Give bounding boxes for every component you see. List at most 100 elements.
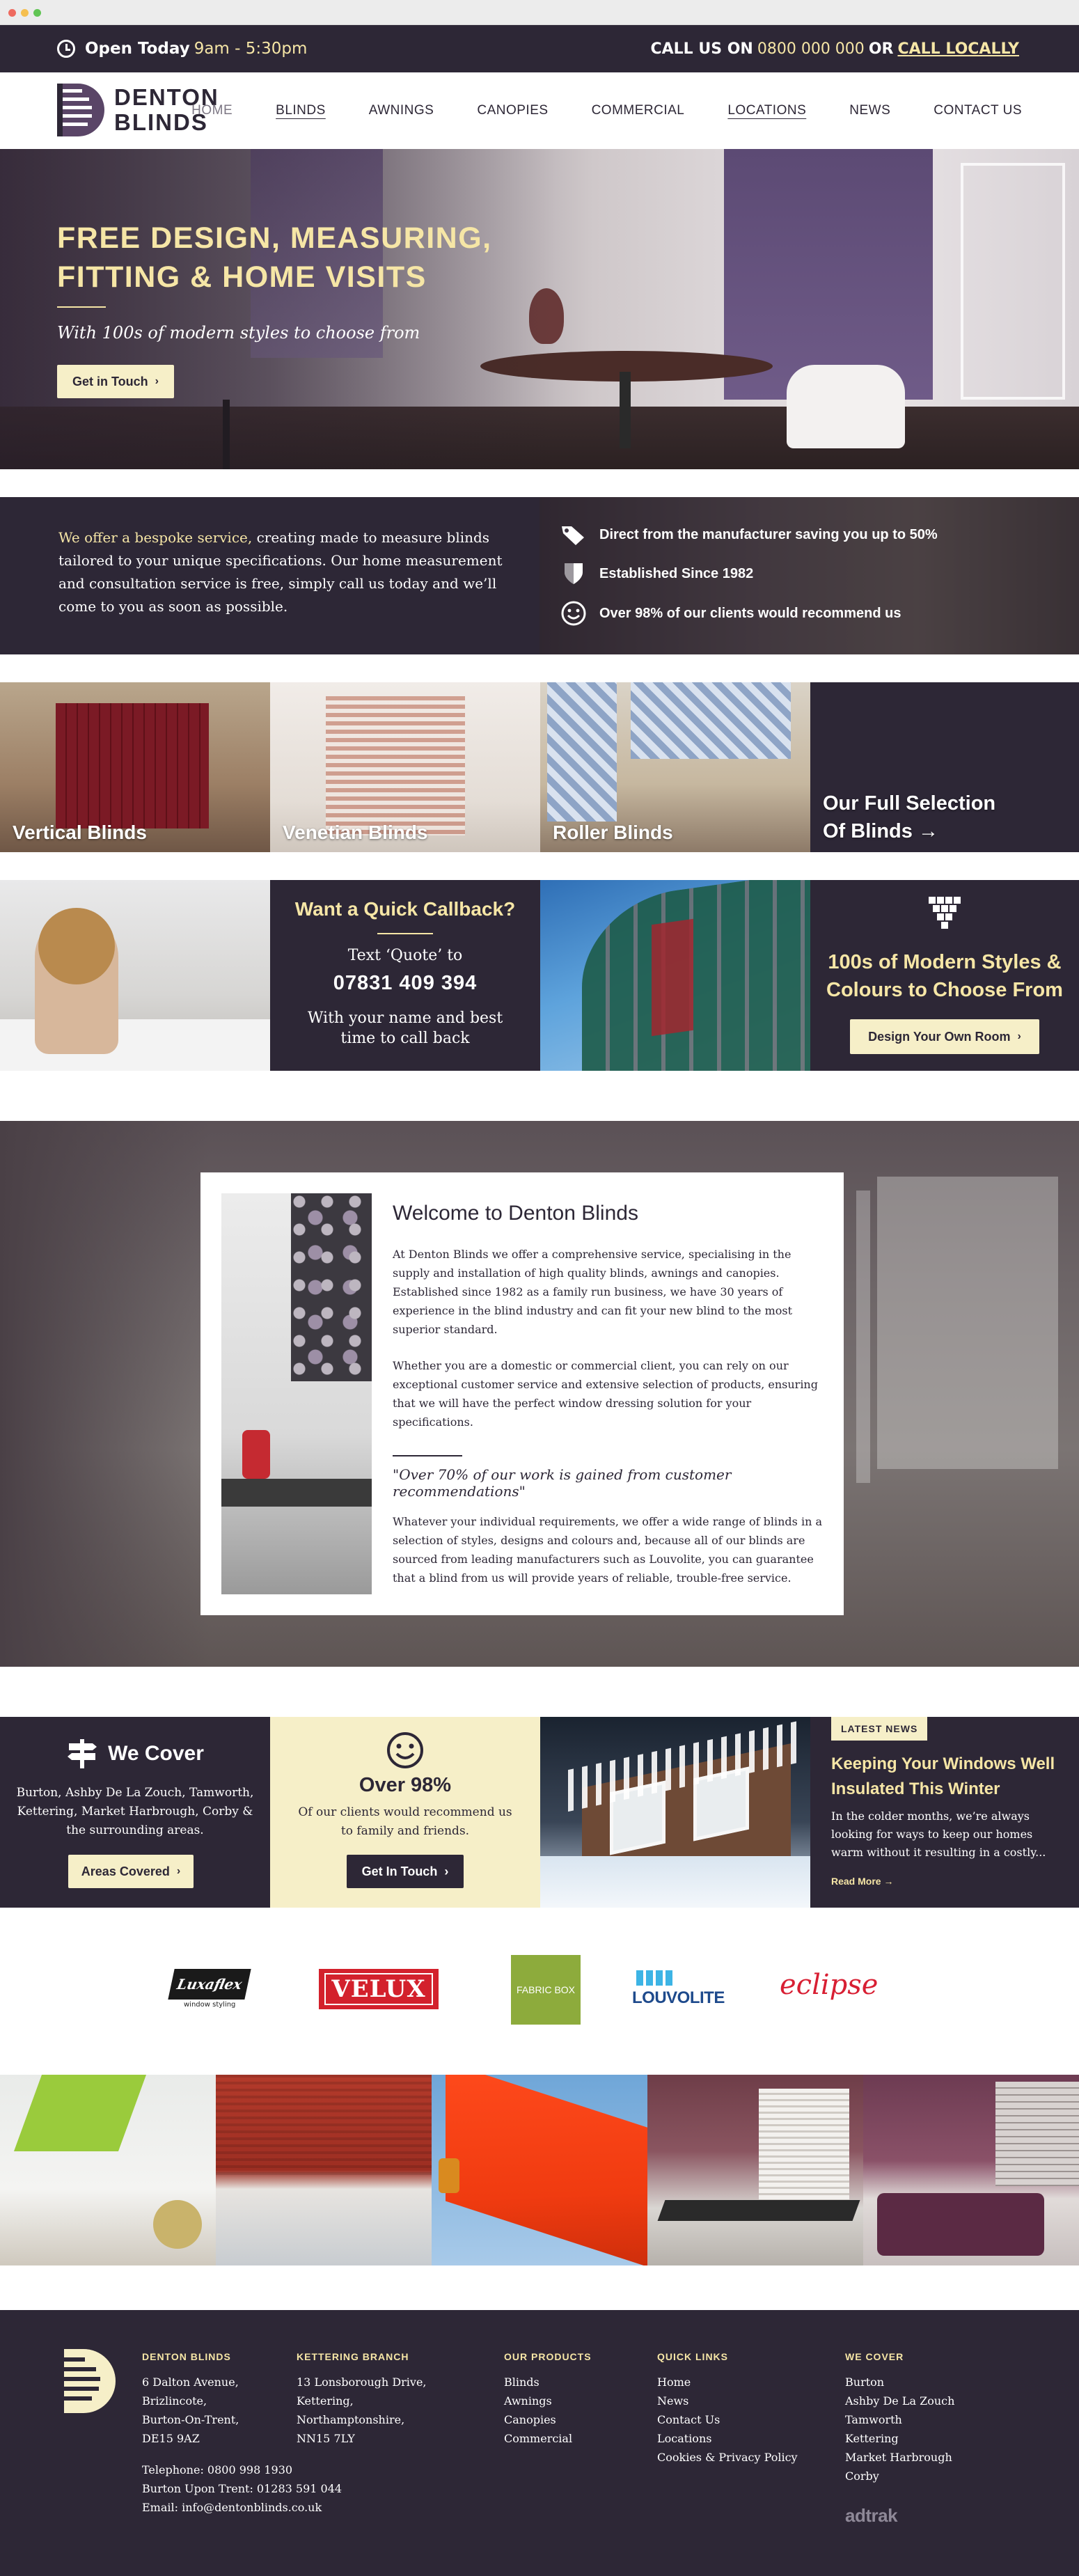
- feature-recommend-label: Over 98% of our clients would recommend …: [599, 605, 901, 621]
- full-selection-tile[interactable]: Our Full Selection Of Blinds →: [810, 682, 1079, 852]
- footer-burton-phone[interactable]: Burton Upon Trent: 01283 591 044: [142, 2479, 342, 2498]
- adtrak-credit[interactable]: adtrak: [845, 2505, 898, 2527]
- footer-address-line: 13 Lonsborough Drive,: [297, 2375, 427, 2389]
- red-mixer: [242, 1430, 270, 1479]
- footer-email[interactable]: Email: info@dentonblinds.co.uk: [142, 2498, 342, 2517]
- footer-link-locations[interactable]: Locations: [657, 2429, 798, 2448]
- hero-divider: [57, 306, 106, 308]
- quick-callback-box: Want a Quick Callback? Text ‘Quote’ to 0…: [270, 880, 540, 1071]
- venetian-blinds-tile[interactable]: Venetian Blinds: [270, 682, 540, 852]
- chevron-right-icon: ›: [176, 1865, 181, 1877]
- footer-kettering-heading: KETTERING BRANCH: [297, 2351, 409, 2362]
- footer-link-news[interactable]: News: [657, 2392, 798, 2410]
- callback-number[interactable]: 07831 409 394: [270, 972, 540, 995]
- footer-link-blinds[interactable]: Blinds: [504, 2373, 592, 2392]
- footer-area-link[interactable]: Tamworth: [845, 2410, 954, 2429]
- denton-logo-icon[interactable]: [57, 84, 107, 136]
- get-in-touch-dark-button[interactable]: Get In Touch ›: [347, 1855, 464, 1888]
- nav-commercial[interactable]: COMMERCIAL: [592, 103, 685, 118]
- gallery-pleated-blind-photo: [216, 2075, 432, 2265]
- nav-canopies[interactable]: CANOPIES: [477, 103, 548, 118]
- chevron-right-icon: ›: [444, 1864, 449, 1878]
- footer-link-home[interactable]: Home: [657, 2373, 798, 2392]
- nav-news[interactable]: NEWS: [849, 103, 890, 118]
- feature-established-label: Established Since 1982: [599, 565, 754, 581]
- full-selection-line-2: Of Blinds →: [823, 820, 938, 842]
- news-title[interactable]: Keeping Your Windows Well Insulated This…: [831, 1752, 1068, 1802]
- nav-awnings[interactable]: AWNINGS: [369, 103, 434, 118]
- footer-area-link[interactable]: Market Harbrough: [845, 2448, 954, 2467]
- we-cover-text: Burton, Ashby De La Zouch, Tamworth, Ket…: [16, 1786, 254, 1837]
- welcome-paragraph-1: At Denton Blinds we offer a comprehensiv…: [393, 1248, 793, 1336]
- footer-area-link[interactable]: Ashby De La Zouch: [845, 2392, 954, 2410]
- get-in-touch-button[interactable]: Get in Touch ›: [57, 365, 174, 398]
- signpost-icon: [68, 1739, 97, 1768]
- meeting-table: [657, 2200, 860, 2221]
- get-in-touch-dark-label: Get In Touch: [361, 1864, 438, 1878]
- hero-wall-panel: [961, 163, 1065, 400]
- chevron-right-icon: ›: [1017, 1030, 1021, 1042]
- venetian-blind-image: [326, 696, 465, 835]
- feature-direct: Direct from the manufacturer saving you …: [560, 524, 938, 546]
- call-us: CALL US ON 0800 000 000 OR CALL LOCALLY: [650, 25, 1019, 72]
- call-prefix: CALL US ON: [650, 40, 753, 58]
- hours-label: Open Today: [85, 40, 190, 58]
- snow: [540, 1856, 810, 1908]
- site-footer: DENTON BLINDS 6 Dalton Avenue, Brizlinco…: [0, 2310, 1079, 2576]
- phone-link[interactable]: 0800 000 000: [757, 40, 865, 58]
- footer-link-commercial[interactable]: Commercial: [504, 2429, 592, 2448]
- browser-chrome: [0, 0, 1079, 25]
- gallery-awning-photo: [432, 2075, 647, 2265]
- roller-blinds-tile[interactable]: Roller Blinds: [540, 682, 810, 852]
- footer-link-contact[interactable]: Contact Us: [657, 2410, 798, 2429]
- patterned-roller-blind: [291, 1193, 372, 1381]
- velux-logo: VELUX: [319, 1969, 439, 2009]
- feature-established: Established Since 1982: [560, 561, 753, 586]
- green-skylight-blind: [13, 2075, 147, 2151]
- close-window-dot[interactable]: [8, 9, 16, 17]
- call-locally-link[interactable]: CALL LOCALLY: [897, 40, 1019, 58]
- footer-area-link[interactable]: Kettering: [845, 2429, 954, 2448]
- footer-link-canopies[interactable]: Canopies: [504, 2410, 592, 2429]
- clock-icon: [57, 40, 75, 58]
- callback-title: Want a Quick Callback?: [294, 898, 516, 920]
- nav-contact-us[interactable]: CONTACT US: [934, 103, 1022, 118]
- main-nav: HOME BLINDS AWNINGS CANOPIES COMMERCIAL …: [148, 72, 1022, 149]
- read-more-link[interactable]: Read More →: [831, 1876, 893, 1887]
- vertical-blinds-tile[interactable]: Vertical Blinds: [0, 682, 270, 852]
- modern-styles-title: 100s of Modern Styles & Colours to Choos…: [826, 951, 1063, 1001]
- footer-link-cookies[interactable]: Cookies & Privacy Policy: [657, 2448, 798, 2467]
- latest-news-badge: LATEST NEWS: [831, 1717, 928, 1741]
- hero-title: FREE DESIGN, MEASURING, FITTING & HOME V…: [57, 221, 492, 294]
- footer-address-line: Northamptonshire,: [297, 2413, 405, 2426]
- woman-hair: [38, 908, 115, 984]
- winter-window-photo: [540, 1717, 810, 1908]
- smiley-icon: [561, 601, 586, 626]
- callback-divider: [377, 933, 433, 934]
- commercial-building-photo: [540, 880, 810, 1071]
- nav-blinds[interactable]: BLINDS: [276, 103, 326, 118]
- callback-instructions: With your name and best time to call bac…: [307, 1010, 503, 1047]
- callback-photo: [0, 880, 270, 1071]
- footer-area-link[interactable]: Burton: [845, 2373, 954, 2392]
- footer-area-link[interactable]: Corby: [845, 2467, 954, 2485]
- nav-home[interactable]: HOME: [191, 103, 233, 118]
- areas-covered-button[interactable]: Areas Covered ›: [68, 1855, 194, 1888]
- welcome-bg-window: [877, 1177, 1058, 1469]
- footer-logo-icon[interactable]: [57, 2349, 118, 2413]
- red-panel: [652, 918, 693, 1037]
- nav-locations[interactable]: LOCATIONS: [727, 103, 806, 118]
- wall-lantern: [439, 2158, 459, 2193]
- brand-logos: Luxaflex window styling VELUX FABRIC BOX…: [0, 1908, 1079, 2075]
- eclipse-logo: eclipse: [780, 1969, 879, 2001]
- footer-telephone[interactable]: Telephone: 0800 998 1930: [142, 2460, 342, 2479]
- gallery-bedroom-photo: [863, 2075, 1079, 2265]
- welcome-paragraph-2: Whether you are a domestic or commercial…: [393, 1359, 818, 1429]
- minimize-window-dot[interactable]: [21, 9, 29, 17]
- design-your-own-room-button[interactable]: Design Your Own Room ›: [850, 1019, 1039, 1054]
- roller-blind-image: [631, 682, 791, 759]
- velux-wordmark: VELUX: [324, 1973, 433, 2005]
- get-in-touch-label: Get in Touch: [72, 374, 148, 388]
- maximize-window-dot[interactable]: [33, 9, 41, 17]
- footer-link-awnings[interactable]: Awnings: [504, 2392, 592, 2410]
